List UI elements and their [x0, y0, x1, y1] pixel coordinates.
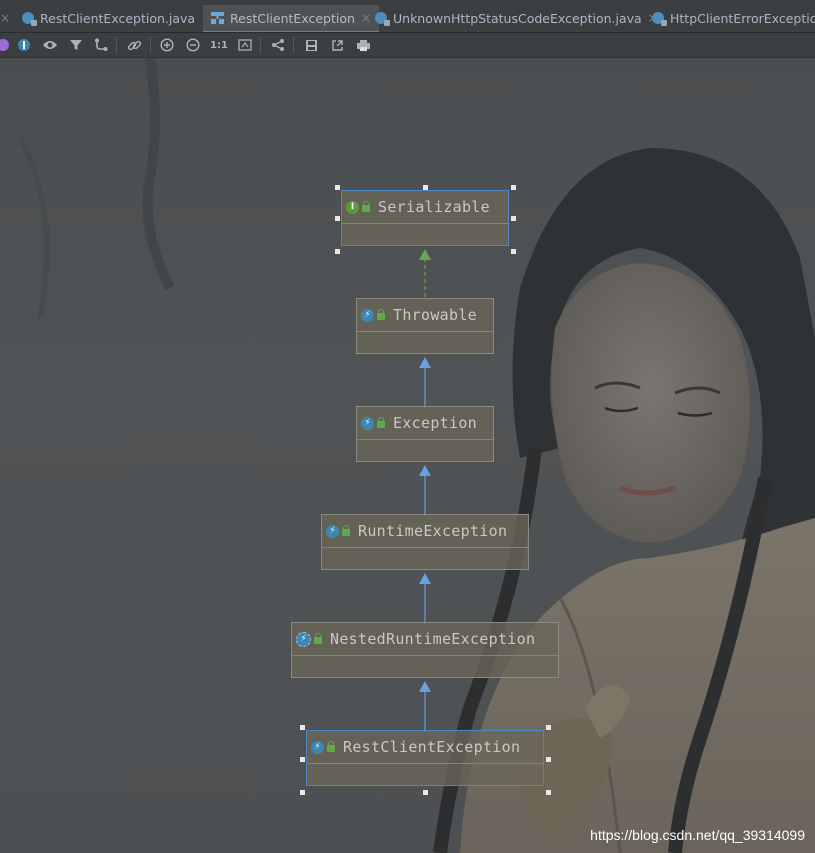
tab-label: UnknownHttpStatusCodeException.java [393, 10, 642, 26]
show-properties-icon[interactable] [0, 36, 12, 54]
tab-restclientexception-diagram[interactable]: RestClientException × [203, 5, 379, 32]
fit-content-icon[interactable] [236, 36, 254, 54]
zoom-in-icon[interactable] [158, 36, 176, 54]
diagram-canvas[interactable]: I Serializable ⚡ Throwable ⚡ Exception ⚡… [0, 58, 815, 853]
extends-arrowhead [419, 681, 431, 692]
class-icon [375, 12, 390, 26]
show-inner-classes-icon[interactable] [15, 36, 33, 54]
node-throwable[interactable]: ⚡ Throwable [356, 298, 494, 354]
close-icon[interactable]: × [361, 11, 371, 25]
node-label: RuntimeException [358, 522, 508, 540]
class-icon [22, 12, 37, 26]
class-icon: ⚡ [311, 740, 324, 754]
node-label: Exception [393, 414, 477, 432]
public-lock-icon [342, 524, 350, 536]
diagram-icon [211, 12, 224, 24]
public-lock-icon [314, 632, 322, 644]
show-dependencies-icon[interactable] [92, 36, 110, 54]
tab-label: RestClientException [230, 10, 355, 26]
layout-icon[interactable] [269, 36, 287, 54]
tab-restclientexception-java[interactable]: RestClientException.java × [22, 5, 211, 31]
extends-arrowhead [419, 465, 431, 476]
tab-label: RestClientException.java [40, 10, 196, 26]
extends-arrowhead [419, 573, 431, 584]
class-icon [652, 12, 667, 26]
node-label: Throwable [393, 306, 477, 324]
link-icon[interactable] [125, 36, 143, 54]
node-label: NestedRuntimeException [330, 630, 536, 648]
filter-icon[interactable] [67, 36, 85, 54]
public-lock-icon [327, 740, 335, 752]
node-runtimeexception[interactable]: ⚡ RuntimeException [321, 514, 529, 570]
interface-icon: I [346, 200, 359, 214]
node-restclientexception[interactable]: ⚡ RestClientException [306, 730, 544, 786]
extends-arrowhead [419, 357, 431, 368]
tab-close-button[interactable]: × [0, 5, 10, 31]
editor-tab-bar: × RestClientException.java × RestClientE… [0, 0, 815, 33]
save-icon[interactable] [302, 36, 320, 54]
implements-arrowhead [419, 249, 431, 260]
class-icon: ⚡ [361, 308, 374, 322]
class-icon: ⚡ [361, 416, 374, 430]
eye-icon[interactable] [41, 36, 59, 54]
tab-label: HttpClientErrorException [670, 10, 815, 26]
class-icon: ⚡ [326, 524, 339, 538]
actual-size-button[interactable]: 1:1 [210, 36, 228, 54]
public-lock-icon [362, 200, 370, 212]
print-icon[interactable] [354, 36, 372, 54]
node-serializable[interactable]: I Serializable [341, 190, 509, 246]
watermark: https://blog.csdn.net/qq_39314099 [590, 827, 805, 843]
zoom-out-icon[interactable] [184, 36, 202, 54]
abstract-class-icon: ⚡ [296, 631, 311, 647]
public-lock-icon [377, 416, 385, 428]
tab-unknownhttpstatuscodeexception-java[interactable]: UnknownHttpStatusCodeException.java × [375, 5, 658, 31]
diagram-toolbar: 1:1 [0, 33, 815, 58]
export-icon[interactable] [328, 36, 346, 54]
node-exception[interactable]: ⚡ Exception [356, 406, 494, 462]
public-lock-icon [377, 308, 385, 320]
node-label: Serializable [378, 198, 490, 216]
node-label: RestClientException [343, 738, 521, 756]
node-nestedruntimeexception[interactable]: ⚡ NestedRuntimeException [291, 622, 559, 678]
tab-httpclienterrorexception[interactable]: HttpClientErrorException [652, 5, 815, 31]
